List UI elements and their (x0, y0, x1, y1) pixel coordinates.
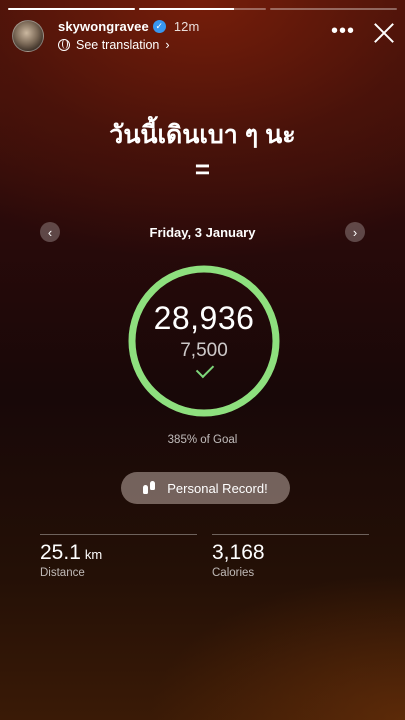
goal-percent: 385% of Goal (167, 434, 238, 446)
globe-icon (58, 39, 70, 51)
calories-label: Calories (212, 567, 255, 579)
distance-unit: km (84, 547, 103, 562)
step-count: 28,936 (153, 300, 255, 336)
calories-value: 3,168 (212, 541, 265, 564)
divider (212, 534, 369, 535)
personal-record-badge[interactable]: Personal Record! (121, 472, 290, 504)
story-progress-bars (8, 8, 397, 10)
see-translation-button[interactable]: See translation › (58, 38, 170, 52)
footprints-icon (143, 481, 157, 495)
progress-fill (8, 8, 135, 10)
verified-badge-icon: ✓ (152, 20, 166, 33)
avatar[interactable] (12, 20, 44, 52)
date-navigator: ‹ Friday, 3 January › (40, 222, 365, 244)
date-label: Friday, 3 January (149, 225, 256, 240)
story-header: skywongravee ✓ 12m See translation › ••• (12, 18, 395, 58)
post-time: 12m (173, 19, 200, 34)
progress-segment (8, 8, 135, 10)
progress-segment (270, 8, 397, 10)
progress-segment (139, 8, 266, 10)
step-goal: 7,500 (180, 340, 228, 361)
step-goal-ring: 28,936 7,500 (127, 264, 281, 418)
caption-line: = (194, 154, 211, 184)
calories-stat: 3,168 Calories (212, 534, 369, 579)
story-caption: วันนี้เดินเบา ๆ นะ = (0, 118, 405, 186)
distance-stat: 25.1 km Distance (40, 534, 197, 579)
username-row[interactable]: skywongravee ✓ 12m (58, 19, 199, 34)
personal-record-label: Personal Record! (167, 480, 268, 496)
see-translation-label: See translation (76, 38, 160, 52)
close-icon[interactable] (373, 22, 395, 44)
progress-fill (139, 8, 235, 10)
divider (40, 534, 197, 535)
username[interactable]: skywongravee (58, 19, 149, 34)
chevron-right-icon: › (165, 38, 170, 52)
distance-value-row: 25.1 km (40, 541, 197, 565)
calories-value-row: 3,168 (212, 541, 369, 565)
next-day-button[interactable]: › (345, 222, 365, 242)
caption-line: วันนี้เดินเบา ๆ นะ (109, 121, 296, 149)
more-options-icon[interactable]: ••• (331, 21, 355, 41)
story-screen[interactable]: skywongravee ✓ 12m See translation › •••… (0, 0, 405, 720)
distance-value: 25.1 (40, 541, 81, 564)
distance-label: Distance (40, 567, 85, 579)
chevron-right-icon: › (352, 224, 358, 240)
